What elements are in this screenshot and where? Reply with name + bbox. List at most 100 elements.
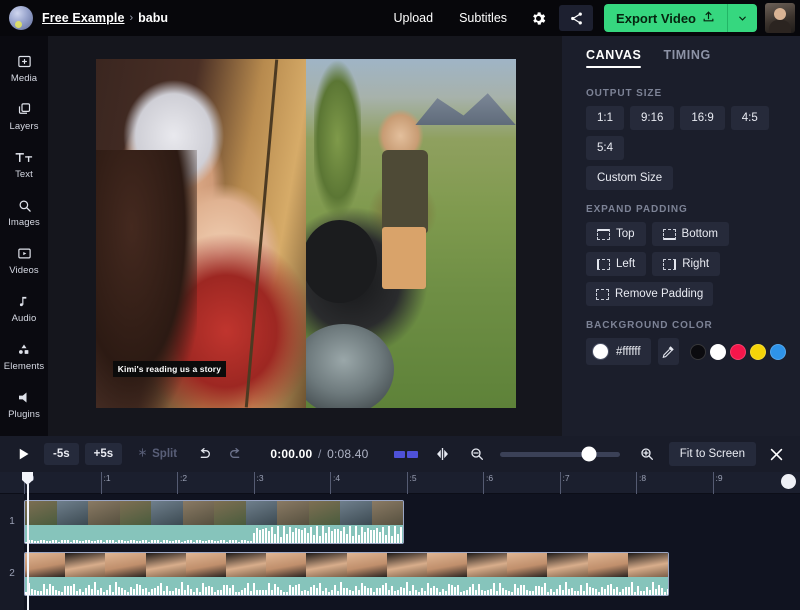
sidebar-item-text[interactable]: Text [0, 140, 48, 188]
playhead[interactable] [22, 472, 33, 610]
waveform-bar [571, 587, 573, 595]
padding-bottom-label: Bottom [681, 228, 718, 240]
padding-top-button[interactable]: Top [586, 222, 646, 246]
waveform-bar [82, 591, 84, 595]
breadcrumb-project-link[interactable]: Free Example [42, 11, 125, 25]
zoom-out-icon[interactable] [463, 441, 491, 467]
zoom-slider-thumb[interactable] [581, 446, 597, 462]
sidebar-item-audio[interactable]: Audio [0, 284, 48, 332]
padding-left-button[interactable]: Left [586, 252, 647, 276]
export-video-button[interactable]: Export Video [604, 4, 727, 32]
export-dropdown-button[interactable] [727, 4, 757, 32]
clip-thumbnail [266, 553, 307, 578]
remove-padding-row: Remove Padding [576, 282, 786, 306]
waveform-bar [235, 591, 237, 595]
timeline-end-handle[interactable] [781, 474, 796, 489]
waveform-bar [469, 586, 471, 595]
video-preview[interactable]: Kimi's reading us a story [96, 59, 516, 408]
canvas-stage[interactable]: Kimi's reading us a story [48, 36, 562, 436]
split-button[interactable]: Split [128, 442, 186, 466]
background-color-field[interactable]: #ffffff [586, 338, 651, 365]
sidebar-item-layers[interactable]: Layers [0, 92, 48, 140]
top-bar-actions: Upload Subtitles Export Video [380, 0, 800, 36]
snap-icon[interactable] [429, 441, 457, 467]
waveform-bar [331, 589, 333, 595]
tab-canvas[interactable]: CANVAS [586, 36, 642, 74]
timeline-ruler[interactable]: :0:1:2:3:4:5:6:7:8:9 [0, 472, 800, 494]
sidebar-item-plugins[interactable]: Plugins [0, 380, 48, 428]
breadcrumb-current: babu [138, 11, 169, 25]
timeline-track-1[interactable] [24, 500, 800, 544]
padding-right-button[interactable]: Right [652, 252, 721, 276]
close-icon[interactable] [762, 441, 792, 467]
waveform-bar [133, 589, 135, 595]
waveform-bar [358, 534, 360, 543]
play-icon[interactable] [8, 441, 38, 467]
decorative-shape [381, 226, 426, 290]
waveform-bar [310, 587, 312, 595]
account-avatar[interactable] [765, 3, 795, 33]
waveform-bar [178, 539, 180, 543]
waveform-bar [151, 540, 153, 543]
redo-icon[interactable] [222, 441, 250, 467]
back-5s-button[interactable]: -5s [44, 443, 79, 465]
forward-5s-button[interactable]: +5s [84, 443, 123, 465]
swatch-blue[interactable] [770, 343, 786, 360]
preview-clip-right[interactable] [306, 59, 516, 408]
waveform-bar [166, 585, 168, 595]
output-size-5-4[interactable]: 5:4 [586, 136, 624, 160]
upload-button[interactable]: Upload [380, 0, 446, 36]
avatar[interactable] [9, 6, 33, 30]
output-size-label: OUTPUT SIZE [586, 88, 663, 99]
sidebar-item-images[interactable]: Images [0, 188, 48, 236]
video-editor-window: Free Example › babu Upload Subtitles Exp… [0, 0, 800, 610]
padding-bottom-button[interactable]: Bottom [651, 222, 729, 246]
waveform-bar [391, 536, 393, 543]
caption-overlay[interactable]: Kimi's reading us a story [112, 360, 227, 377]
zoom-in-icon[interactable] [633, 441, 661, 467]
output-size-16-9[interactable]: 16:9 [680, 106, 725, 130]
gear-icon[interactable] [523, 5, 553, 31]
swatch-black[interactable] [690, 343, 706, 360]
background-color-hex: #ffffff [616, 345, 641, 358]
preview-clip-left[interactable]: Kimi's reading us a story [96, 59, 306, 408]
timeline-track-2[interactable] [24, 552, 800, 596]
waveform-bar [400, 527, 402, 543]
waveform-bar [121, 539, 123, 543]
zoom-slider[interactable] [499, 446, 620, 462]
track-color-icon[interactable] [389, 443, 423, 465]
waveform-bar [58, 541, 60, 543]
sidebar-item-media[interactable]: Media [0, 44, 48, 92]
custom-size-button[interactable]: Custom Size [586, 166, 674, 190]
sidebar-item-videos[interactable]: Videos [0, 236, 48, 284]
sidebar-item-elements[interactable]: Elements [0, 332, 48, 380]
swatch-yellow[interactable] [750, 343, 766, 360]
waveform-bar [67, 586, 69, 595]
tab-timing[interactable]: TIMING [663, 36, 710, 74]
remove-padding-button[interactable]: Remove Padding [586, 282, 714, 306]
subtitles-button[interactable]: Subtitles [446, 0, 520, 36]
waveform-bar [526, 590, 528, 595]
padding-top-icon [597, 228, 610, 240]
total-duration: 0:08.40 [327, 447, 369, 461]
waveform-bar [286, 592, 288, 595]
waveform-bar [364, 585, 366, 595]
timeline-clip[interactable] [24, 500, 404, 544]
waveform-bar [250, 541, 252, 543]
waveform-bar [592, 587, 594, 595]
timeline[interactable]: :0:1:2:3:4:5:6:7:8:9 12 [0, 472, 800, 610]
output-size-4-5[interactable]: 4:5 [730, 106, 769, 130]
share-icon[interactable] [559, 5, 594, 31]
output-size-9-16[interactable]: 9:16 [630, 106, 675, 130]
swatch-white[interactable] [710, 343, 726, 360]
undo-icon[interactable] [190, 441, 218, 467]
output-size-1-1[interactable]: 1:1 [586, 106, 624, 130]
waveform-bar [184, 540, 186, 543]
fit-to-screen-button[interactable]: Fit to Screen [668, 442, 756, 466]
waveform-bar [211, 586, 213, 595]
waveform-bar [628, 587, 630, 595]
waveform-bar [514, 584, 516, 595]
eyedropper-icon[interactable] [657, 338, 679, 365]
swatch-red[interactable] [730, 343, 746, 360]
timeline-clip[interactable] [24, 552, 669, 596]
